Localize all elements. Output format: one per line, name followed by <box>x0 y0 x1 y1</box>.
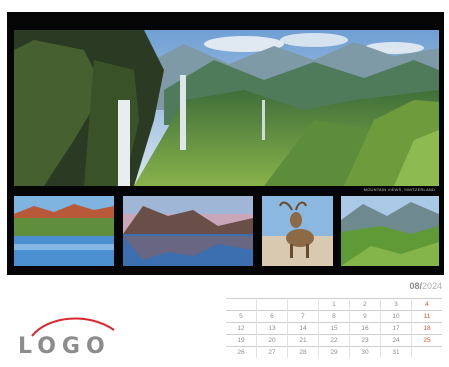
calendar-day-sunday: 25 <box>411 334 442 347</box>
calendar-day: 26 <box>226 346 257 358</box>
thumbnail-green-valley <box>341 196 439 266</box>
calendar-day: 9 <box>349 310 381 323</box>
logo: LOGO <box>14 314 124 364</box>
calendar-month-year: 08/2024 <box>409 281 442 291</box>
calendar-day-saturday: 17 <box>380 322 412 335</box>
calendar-day-saturday: 24 <box>380 334 412 347</box>
calendar-week-row: 5 6 7 8 9 10 11 <box>226 310 442 323</box>
calendar-day <box>226 298 257 311</box>
thumbnail-mountain-reflection <box>123 196 253 266</box>
month-calendar: 08/2024 1 2 3 4 5 6 7 8 9 10 11 12 13 14 15 16 17 18 19 20 2… <box>226 281 442 361</box>
calendar-week-row: 26 27 28 29 30 31 <box>226 346 442 358</box>
calendar-day: 5 <box>226 310 257 323</box>
calendar-day: 28 <box>287 346 319 358</box>
calendar-day: 14 <box>287 322 319 335</box>
calendar-day-sunday <box>411 346 442 358</box>
calendar-day: 29 <box>318 346 350 358</box>
thumbnail-ibex <box>262 196 333 266</box>
calendar-day: 13 <box>256 322 288 335</box>
photo-caption: MOUNTAIN VIEWS, SWITZERLAND <box>363 187 435 192</box>
calendar-day: 27 <box>256 346 288 358</box>
calendar-week-row: 19 20 21 22 23 24 25 <box>226 334 442 347</box>
calendar-day-saturday: 10 <box>380 310 412 323</box>
calendar-day: 30 <box>349 346 381 358</box>
calendar-day-saturday: 3 <box>380 298 412 311</box>
calendar-day: 23 <box>349 334 381 347</box>
calendar-day: 12 <box>226 322 257 335</box>
calendar-day: 19 <box>226 334 257 347</box>
calendar-grid: 1 2 3 4 5 6 7 8 9 10 11 12 13 14 15 16 17 18 19 20 21 22 23 24 2… <box>226 298 442 358</box>
calendar-day: 21 <box>287 334 319 347</box>
calendar-day-saturday: 31 <box>380 346 412 358</box>
calendar-day: 20 <box>256 334 288 347</box>
calendar-week-row: 1234 <box>226 298 442 311</box>
calendar-day: 7 <box>287 310 319 323</box>
calendar-day <box>287 298 319 311</box>
calendar-day: 22 <box>318 334 350 347</box>
calendar-day: 16 <box>349 322 381 335</box>
main-photo-waterfall-valley <box>14 30 439 186</box>
calendar-day: 6 <box>256 310 288 323</box>
calendar-day: 1 <box>318 298 350 311</box>
calendar-week-row: 12 13 14 15 16 17 18 <box>226 322 442 335</box>
calendar-day-sunday: 11 <box>411 310 442 323</box>
calendar-day: 15 <box>318 322 350 335</box>
calendar-day: 8 <box>318 310 350 323</box>
calendar-day: 2 <box>349 298 381 311</box>
wall-calendar-page: MOUNTAIN VIEWS, SWITZERLAND LOGO 08/2024… <box>0 0 449 367</box>
calendar-day-sunday: 4 <box>411 298 442 311</box>
thumbnail-alpine-lake <box>14 196 114 266</box>
calendar-day <box>256 298 288 311</box>
calendar-month: 08 <box>409 281 420 291</box>
logo-text: LOGO <box>18 334 111 359</box>
calendar-year: 2024 <box>421 281 442 291</box>
calendar-day-sunday: 18 <box>411 322 442 335</box>
